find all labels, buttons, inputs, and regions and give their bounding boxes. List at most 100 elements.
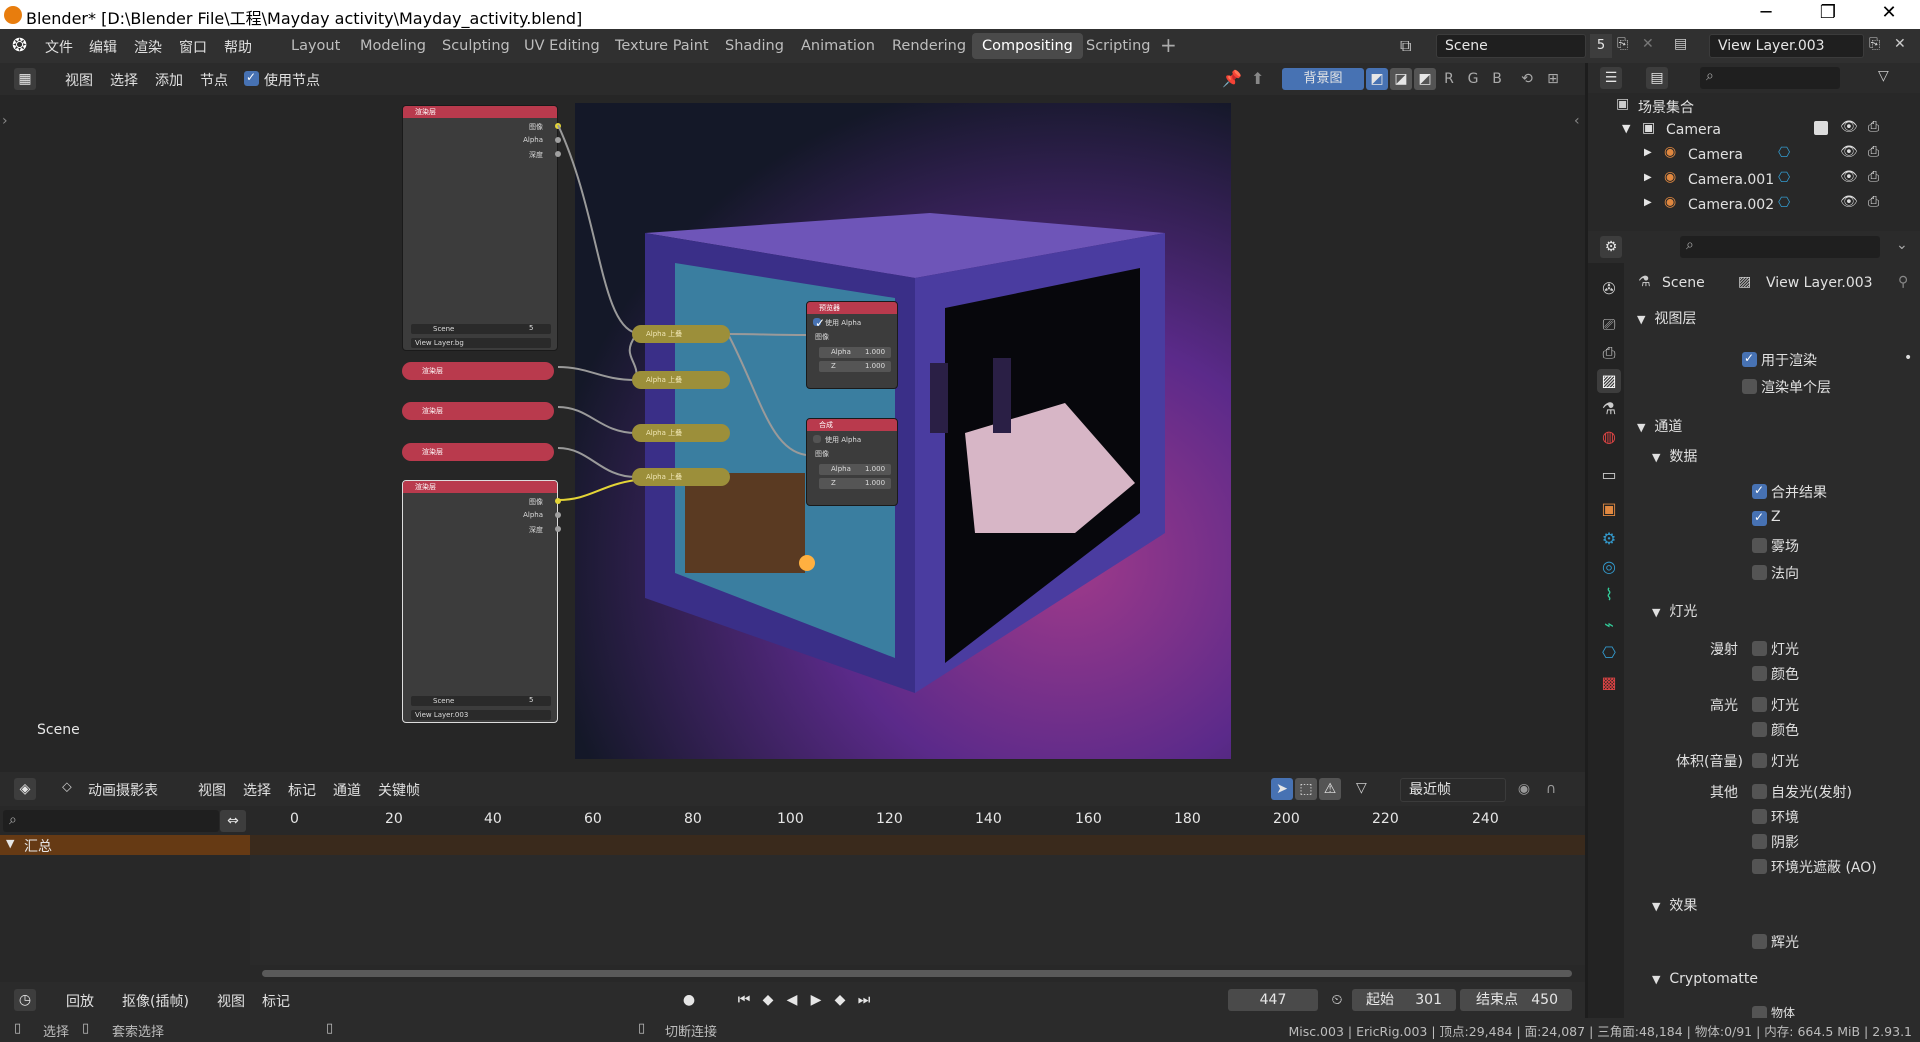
render-camera-icon[interactable]: ⎙ (1868, 119, 1879, 135)
tab-uv-editing[interactable]: UV Editing (514, 33, 610, 59)
pin-icon[interactable]: 📌 (1222, 69, 1242, 88)
environment-checkbox[interactable] (1752, 809, 1767, 828)
close-button[interactable]: ✕ (1866, 2, 1912, 23)
falloff-icon[interactable]: ∩ (1540, 778, 1562, 800)
pin-icon[interactable]: ⚲ (1898, 274, 1908, 290)
filter-icon[interactable]: ▽ (1356, 780, 1367, 796)
data-subpanel-header[interactable]: ▼ 数据 (1652, 446, 1697, 466)
view-menu[interactable]: 视图 (217, 991, 245, 1011)
snap-mode-dropdown[interactable]: 最近帧 (1400, 778, 1506, 802)
cryptomatte-subpanel-header[interactable]: ▼ Cryptomatte (1652, 971, 1758, 987)
tab-animation[interactable]: Animation (791, 33, 885, 59)
view-layer-icon[interactable]: ▤ (1674, 36, 1687, 52)
outliner-item-camera-002[interactable]: Camera.002 (1688, 197, 1774, 213)
texture-tab-icon[interactable]: ▩ (1597, 671, 1621, 695)
next-keyframe-icon[interactable]: ◆ (829, 989, 851, 1011)
sidebar-expand-icon[interactable]: ‹ (1574, 113, 1580, 129)
parent-node-icon[interactable]: ⬆ (1251, 69, 1264, 88)
blender-menu-icon[interactable]: ❂ (12, 35, 27, 56)
menu-file[interactable]: 文件 (45, 37, 73, 57)
copy-layer-icon[interactable]: ⎘ (1869, 36, 1880, 52)
tab-layout[interactable]: Layout (281, 33, 350, 59)
delete-layer-icon[interactable]: ✕ (1894, 36, 1906, 52)
tab-shading[interactable]: Shading (715, 33, 794, 59)
menu-view[interactable]: 视图 (198, 780, 226, 800)
scene-icon[interactable]: ⧉ (1400, 36, 1411, 56)
toolbar-expand-icon[interactable]: › (2, 113, 8, 129)
dopesheet-mode-dropdown[interactable]: 动画摄影表 (88, 780, 158, 800)
keying-menu[interactable]: 抠像(插帧) (122, 991, 189, 1011)
menu-edit[interactable]: 编辑 (89, 37, 117, 57)
only-errors-icon[interactable]: ⚠ (1319, 778, 1341, 800)
editor-type-icon[interactable]: ⚙ (1600, 236, 1622, 258)
cryptomatte-object-checkbox[interactable] (1752, 1006, 1767, 1018)
composite-node[interactable]: 合成 使用 Alpha 图像 Alpha 1.000 Z 1.000 (806, 418, 898, 506)
light-subpanel-header[interactable]: ▼ 灯光 (1652, 601, 1697, 621)
viewer-node[interactable]: 预览器 使用 Alpha 图像 Alpha 1.000 Z 1.000 (806, 301, 898, 389)
editor-type-icon[interactable]: ☰ (1600, 67, 1622, 89)
prev-keyframe-icon[interactable]: ◆ (757, 989, 779, 1011)
alpha-over-node-1[interactable]: Alpha 上叠 (632, 325, 730, 343)
tab-compositing[interactable]: Compositing (972, 33, 1083, 59)
menu-key[interactable]: 关键帧 (378, 780, 420, 800)
view-layer-tab-icon[interactable]: ▨ (1597, 369, 1621, 393)
filter-icon[interactable]: ▽ (1878, 68, 1889, 84)
constraint-tab-icon[interactable]: ⌇ (1597, 583, 1621, 607)
only-selected-icon[interactable]: ➤ (1271, 778, 1293, 800)
summary-keyframe-row[interactable] (250, 835, 1585, 855)
backdrop-channels-icon[interactable]: ◩ (1366, 68, 1388, 90)
current-frame-field[interactable]: 447 (1228, 989, 1318, 1011)
world-tab-icon[interactable]: ◍ (1597, 425, 1621, 449)
jump-end-icon[interactable]: ⏭ (853, 989, 875, 1011)
end-frame-field[interactable]: 结束点 450 (1460, 989, 1572, 1011)
ao-checkbox[interactable] (1752, 859, 1767, 878)
tool-tab-icon[interactable]: ✇ (1597, 277, 1621, 301)
physics-tab-icon[interactable]: ◎ (1597, 555, 1621, 579)
output-tab-icon[interactable]: ⎙ (1597, 341, 1621, 365)
maximize-button[interactable]: ❐ (1805, 2, 1851, 23)
menu-select[interactable]: 选择 (243, 780, 271, 800)
object-tab-icon[interactable]: ▣ (1597, 497, 1621, 521)
show-hidden-icon[interactable]: ⬚ (1295, 778, 1317, 800)
snapping-options-icon[interactable]: ⊞ (1542, 68, 1564, 90)
minimize-button[interactable]: ─ (1743, 2, 1789, 23)
tab-scripting[interactable]: Scripting (1076, 33, 1160, 59)
alpha-over-node-2[interactable]: Alpha 上叠 (632, 371, 730, 389)
play-icon[interactable]: ▶ (805, 989, 827, 1011)
channel-g-button[interactable]: G (1462, 68, 1484, 90)
outliner-item-camera[interactable]: Camera (1688, 147, 1743, 163)
menu-channel[interactable]: 通道 (333, 780, 361, 800)
marker-menu[interactable]: 标记 (262, 991, 290, 1011)
jump-start-icon[interactable]: ⏮ (733, 989, 755, 1011)
snap-icon[interactable]: ⟲ (1516, 68, 1538, 90)
scene-tab-icon[interactable]: ⚗ (1597, 397, 1621, 421)
composite-use-alpha-checkbox[interactable] (813, 435, 821, 445)
normal-checkbox[interactable] (1752, 565, 1767, 584)
menu-marker[interactable]: 标记 (288, 780, 316, 800)
menu-select[interactable]: 选择 (110, 70, 138, 90)
editor-type-icon[interactable]: ▦ (14, 68, 36, 90)
visibility-eye-icon[interactable]: 👁 (1840, 169, 1858, 185)
visibility-eye-icon[interactable]: 👁 (1840, 144, 1858, 160)
horizontal-scrollbar[interactable] (262, 970, 1572, 977)
specular-light-checkbox[interactable] (1752, 697, 1767, 716)
alpha-over-node-3[interactable]: Alpha 上叠 (632, 424, 730, 442)
backdrop-alpha-icon[interactable]: ◪ (1390, 68, 1412, 90)
outliner-item-camera-collection[interactable]: Camera (1666, 122, 1721, 138)
add-workspace-button[interactable]: + (1160, 33, 1177, 57)
collection-exclude-checkbox[interactable] (1814, 121, 1828, 135)
outliner-search-input[interactable]: ⌕ (1700, 67, 1840, 89)
editor-type-icon[interactable]: ◷ (14, 989, 36, 1011)
use-for-render-checkbox[interactable] (1742, 352, 1757, 368)
diffuse-light-checkbox[interactable] (1752, 641, 1767, 660)
z-pass-checkbox[interactable] (1752, 511, 1767, 527)
view-layer-panel-header[interactable]: ▼ 视图层 (1637, 308, 1696, 328)
menu-node[interactable]: 节点 (200, 70, 228, 90)
expand-icon[interactable]: ▶ (1644, 172, 1652, 183)
modifier-tab-icon[interactable]: ⚙ (1597, 527, 1621, 551)
display-mode-icon[interactable]: ▤ (1646, 67, 1668, 89)
summary-channel[interactable]: ▼ 汇总 (0, 835, 250, 855)
backdrop-toggle[interactable]: 背景图 (1282, 68, 1364, 90)
frame-ruler[interactable]: 0 20 40 60 80 100 120 140 160 180 200 22… (250, 808, 1585, 832)
collection-tab-icon[interactable]: ▭ (1597, 463, 1621, 487)
